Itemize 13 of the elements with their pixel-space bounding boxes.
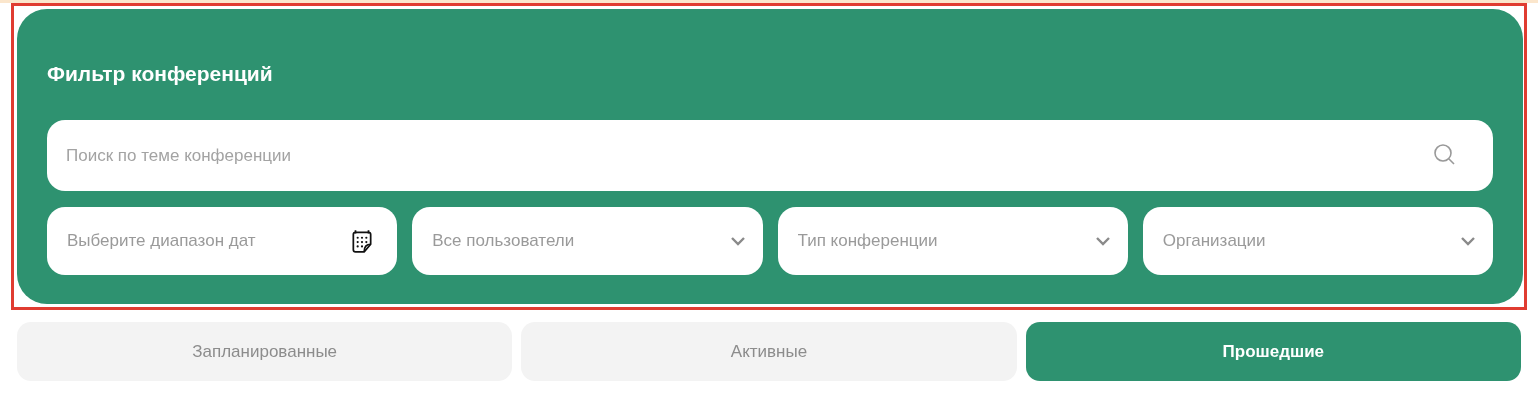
dropdown[interactable]: Тип конференции	[777, 207, 1128, 275]
date-range-field[interactable]: Выберите диапазон дат	[47, 207, 398, 275]
dropdown[interactable]: Все пользователи	[412, 207, 763, 275]
search-field[interactable]: Поиск по теме конференции	[47, 120, 1493, 191]
dropdown[interactable]: Организации	[1142, 207, 1493, 275]
tab[interactable]: Активные	[521, 322, 1017, 381]
chevron-down-icon	[1093, 235, 1112, 247]
chevron-down-icon	[728, 235, 747, 247]
panel-title: Фильтр конференций	[47, 61, 274, 87]
tab[interactable]: Прошедшие	[1025, 322, 1521, 381]
chevron-down-icon	[1459, 235, 1477, 247]
search-icon[interactable]	[1433, 143, 1457, 167]
tab[interactable]: Запланированные	[17, 322, 513, 381]
